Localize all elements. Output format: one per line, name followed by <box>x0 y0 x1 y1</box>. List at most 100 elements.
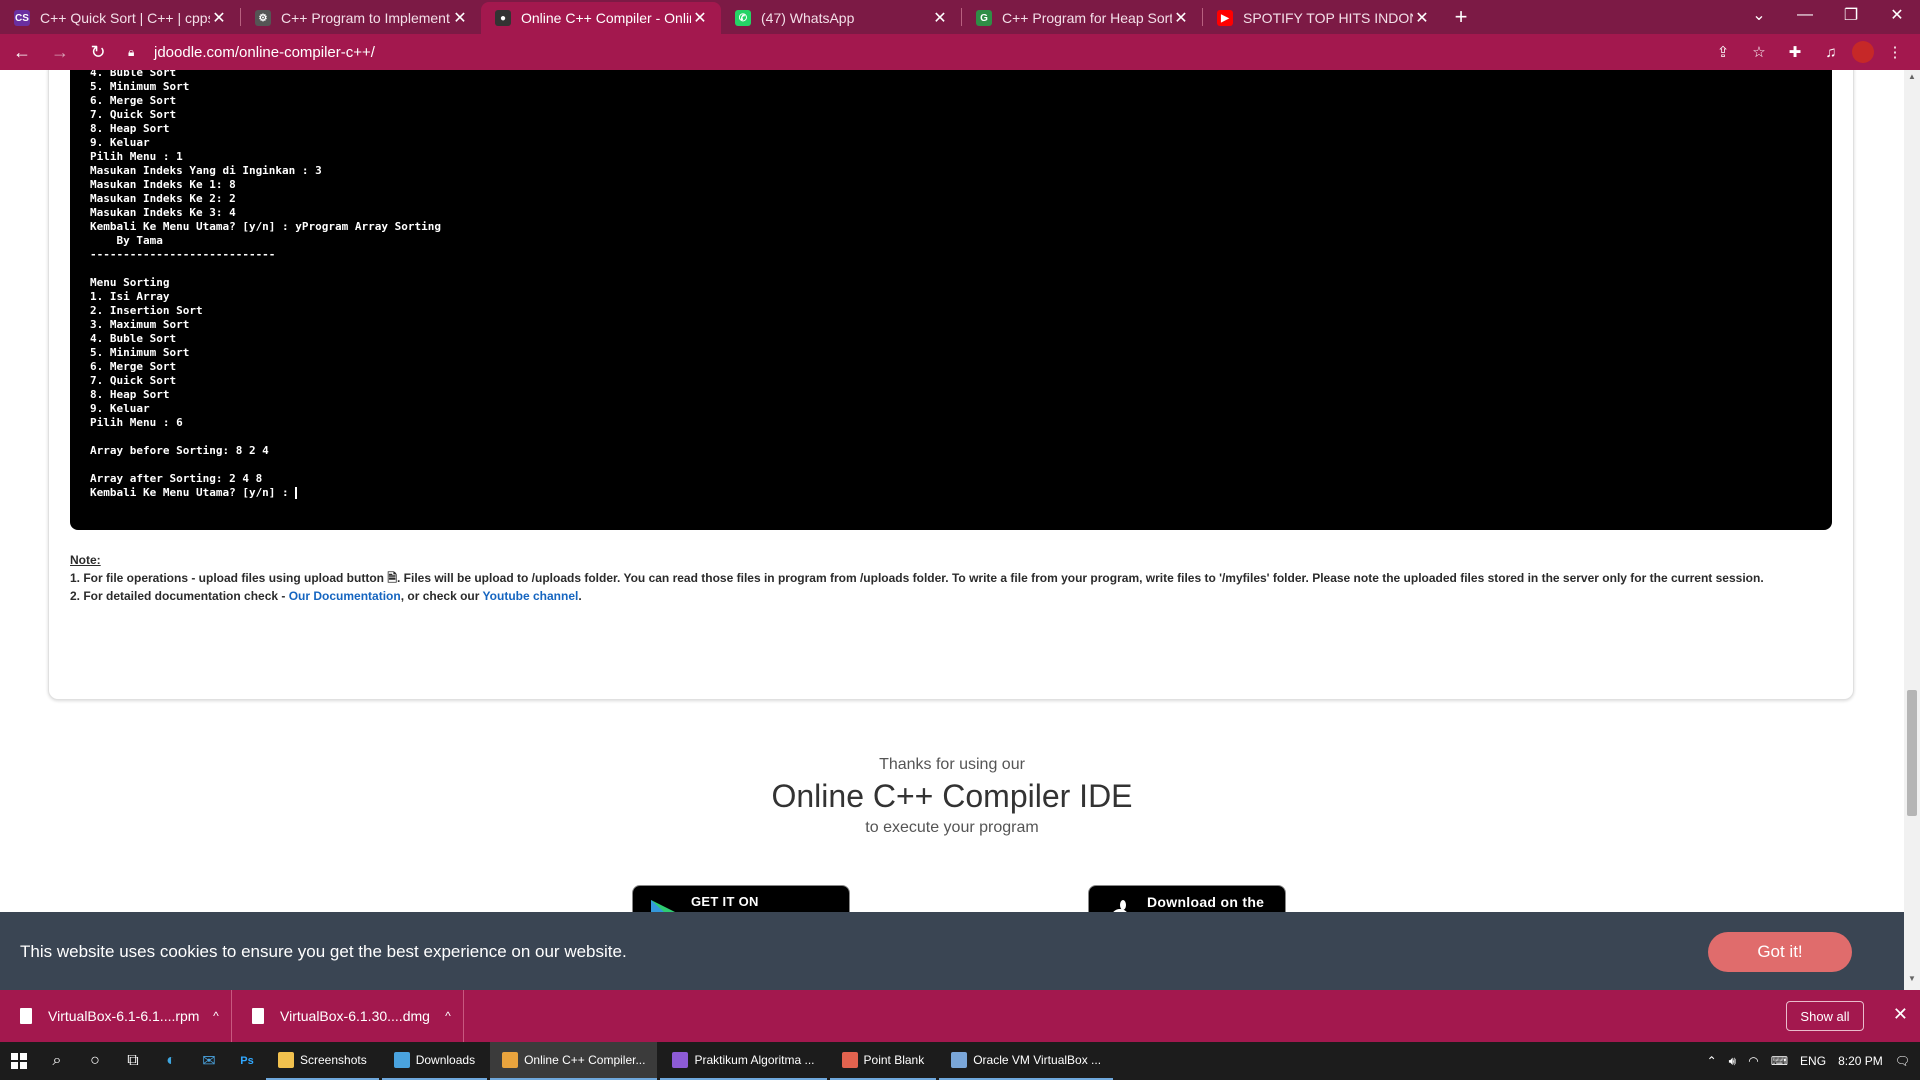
minimize-button[interactable]: — <box>1782 0 1828 30</box>
extensions-icon[interactable]: ✚ <box>1780 36 1810 68</box>
show-all-button[interactable]: Show all <box>1786 1001 1864 1031</box>
note-line-2-text-a: 2. For detailed documentation check - <box>70 589 289 603</box>
tab-4[interactable]: ✆ (47) WhatsApp ✕ <box>721 2 961 34</box>
chevron-up-icon[interactable]: ^ <box>433 1009 463 1023</box>
download-item[interactable]: VirtualBox-6.1.30....dmg ^ <box>232 990 464 1042</box>
taskbar-app-label: Screenshots <box>300 1053 367 1067</box>
thanks-section: Thanks for using our Online C++ Compiler… <box>0 756 1904 837</box>
terminal-line: Pilih Menu : 6 <box>90 416 183 429</box>
cppsecrets-icon: CS <box>14 10 30 26</box>
task-view-icon[interactable]: ⧉ <box>114 1042 152 1080</box>
whatsapp-icon: ✆ <box>735 10 751 26</box>
notifications-icon[interactable]: 🗨︎ <box>1895 1054 1910 1068</box>
terminal-line: Array after Sorting: 2 4 8 <box>90 472 263 485</box>
keyboard-icon[interactable]: ⌨ <box>1771 1054 1788 1068</box>
back-button[interactable]: ← <box>6 36 38 68</box>
tab-title: (47) WhatsApp <box>761 10 855 26</box>
taskbar-app[interactable]: Praktikum Algoritma ... <box>660 1042 827 1080</box>
mail-icon[interactable]: ✉ <box>190 1042 228 1080</box>
tab-close-icon[interactable]: ✕ <box>691 8 709 28</box>
file-icon <box>252 1008 264 1024</box>
tab-3[interactable]: ● Online C++ Compiler - Online C✕ <box>481 2 721 34</box>
terminal-line: 6. Merge Sort <box>90 94 177 107</box>
tab-2[interactable]: ⚙ C++ Program to Implement Mer✕ <box>241 2 481 34</box>
media-control-icon[interactable]: ♫ <box>1816 36 1846 68</box>
chevron-up-icon[interactable]: ^ <box>201 1009 231 1023</box>
page-scrollbar[interactable]: ▲ ▼ <box>1904 70 1920 990</box>
note-line-2: 2. For detailed documentation check - Ou… <box>70 587 1850 605</box>
cookie-banner: This website uses cookies to ensure you … <box>0 912 1904 990</box>
cookie-accept-button[interactable]: Got it! <box>1708 932 1852 972</box>
scrollbar-thumb[interactable] <box>1907 690 1917 816</box>
forward-button[interactable]: → <box>44 36 76 68</box>
taskbar-app[interactable]: Screenshots <box>266 1042 379 1080</box>
scroll-up-icon[interactable]: ▲ <box>1904 72 1920 86</box>
terminal-line: 6. Merge Sort <box>90 360 177 373</box>
tab-title: SPOTIFY TOP HITS INDONESI <box>1243 10 1413 26</box>
cortana-icon[interactable]: ○ <box>76 1042 114 1080</box>
youtube-channel-link[interactable]: Youtube channel <box>483 589 579 603</box>
close-window-button[interactable]: ✕ <box>1874 0 1920 30</box>
restore-button[interactable]: ❐ <box>1828 0 1874 30</box>
download-item[interactable]: VirtualBox-6.1-6.1....rpm ^ <box>0 990 232 1042</box>
upload-file-icon: 🗎︎ <box>387 571 397 585</box>
tab-close-icon[interactable]: ✕ <box>931 8 949 28</box>
taskbar-app[interactable]: Point Blank <box>829 1042 937 1080</box>
download-filename: VirtualBox-6.1-6.1....rpm <box>48 1008 200 1024</box>
terminal-line: 4. Buble Sort <box>90 332 177 345</box>
terminal-line: Pilih Menu : 1 <box>90 150 183 163</box>
close-downloads-icon[interactable]: ✕ <box>1893 1004 1908 1025</box>
window-controls: ⌄ — ❐ ✕ <box>1736 0 1920 30</box>
url-text: jdoodle.com/online-compiler-c++/ <box>154 43 375 61</box>
file-icon <box>20 1008 32 1024</box>
download-filename: VirtualBox-6.1.30....dmg <box>280 1008 430 1024</box>
note-line-1-text-a: 1. For file operations - upload files us… <box>70 571 388 585</box>
tab-close-icon[interactable]: ✕ <box>451 8 469 28</box>
taskbar-app[interactable]: Oracle VM VirtualBox ... <box>939 1042 1114 1080</box>
profile-avatar[interactable] <box>1852 41 1874 63</box>
tab-close-icon[interactable]: ✕ <box>1172 8 1190 28</box>
tab-strip: CSC++ Quick Sort | C++ | cppsecre✕⚙C++ P… <box>0 0 1920 34</box>
jdoodle-icon: ● <box>495 10 511 26</box>
show-hidden-icons[interactable]: ⌃ <box>1707 1054 1717 1068</box>
terminal-line: Menu Sorting <box>90 276 170 289</box>
taskbar-app[interactable]: Downloads <box>381 1042 488 1080</box>
terminal-line: 9. Keluar <box>90 136 150 149</box>
menu-icon[interactable]: ⋮ <box>1880 36 1910 68</box>
tab-title: C++ Program to Implement Mer <box>281 10 451 26</box>
language-indicator[interactable]: ENG <box>1800 1054 1826 1068</box>
documentation-link[interactable]: Our Documentation <box>289 589 401 603</box>
volume-icon[interactable]: 🔊︎ <box>1729 1054 1737 1069</box>
new-tab-button[interactable]: + <box>1443 4 1479 30</box>
scroll-down-icon[interactable]: ▼ <box>1904 974 1920 988</box>
app-icon <box>951 1052 968 1068</box>
terminal-line: 2. Insertion Sort <box>90 304 203 317</box>
tab-6[interactable]: ▶ SPOTIFY TOP HITS INDONESI✕ <box>1203 2 1443 34</box>
terminal-line: 7. Quick Sort <box>90 108 177 121</box>
app-icon <box>502 1052 519 1068</box>
tab-close-icon[interactable]: ✕ <box>210 8 228 28</box>
tab-5[interactable]: G C++ Program for Heap Sort - Ge✕ <box>962 2 1202 34</box>
tab-close-icon[interactable]: ✕ <box>1413 8 1431 28</box>
tab-search-icon[interactable]: ⌄ <box>1736 0 1782 30</box>
terminal-line: Masukan Indeks Ke 1: 8 <box>90 178 236 191</box>
output-terminal[interactable]: 4. Buble Sort 5. Minimum Sort 6. Merge Sor… <box>70 70 1832 530</box>
note-line-2-text-c: . <box>578 589 582 603</box>
wifi-icon[interactable]: ◠ <box>1748 1054 1758 1068</box>
clock[interactable]: 8:20 PM <box>1838 1054 1883 1068</box>
taskbar-app[interactable]: Online C++ Compiler... <box>490 1042 658 1080</box>
terminal-output-text: 4. Buble Sort 5. Minimum Sort 6. Merge Sor… <box>90 70 441 500</box>
tab-1[interactable]: CS C++ Quick Sort | C++ | cppsecre✕ <box>0 2 240 34</box>
edge-icon[interactable]: ◐ <box>152 1042 190 1080</box>
terminal-line: 4. Buble Sort <box>90 70 177 79</box>
youtube-icon: ▶ <box>1217 10 1233 26</box>
share-icon[interactable]: ⇪ <box>1708 36 1738 68</box>
reload-button[interactable]: ↻ <box>82 36 114 68</box>
address-bar[interactable]: 🔒︎ jdoodle.com/online-compiler-c++/ <box>128 38 1828 66</box>
bookmark-star-icon[interactable]: ☆ <box>1744 36 1774 68</box>
windows-start-icon[interactable] <box>0 1042 38 1080</box>
photoshop-icon[interactable]: Ps <box>228 1042 266 1080</box>
search-icon[interactable]: ⌕ <box>38 1042 76 1080</box>
taskbar-app-label: Point Blank <box>863 1053 925 1067</box>
